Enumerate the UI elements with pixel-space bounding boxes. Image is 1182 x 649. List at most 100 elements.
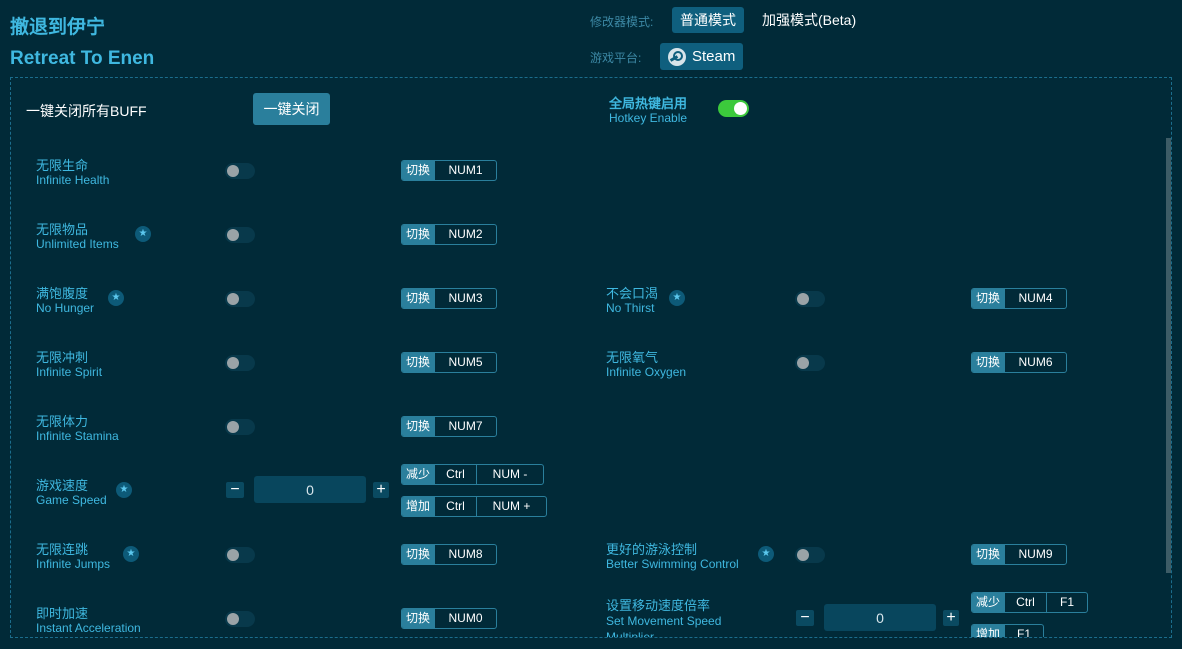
key: NUM4 [1004,289,1066,308]
platform-label: 游戏平台: [590,51,642,65]
key-action: 切换 [402,609,435,628]
feature-name-en: Infinite Spirit [36,365,103,379]
hotkey-better-swimming-control[interactable]: 切换 NUM9 [971,544,1067,565]
key-action: 切换 [402,353,435,372]
feature-name-cn: 无限体力 [36,414,89,429]
key: F1 [1046,593,1087,612]
key: NUM8 [434,545,496,564]
star-icon: ★ [669,290,685,306]
toggle-infinite-stamina[interactable] [225,419,255,435]
hotkey-infinite-stamina[interactable]: 切换 NUM7 [401,416,497,437]
feature-name-cn: 无限冲刺 [36,350,89,365]
feature-name-cn: 更好的游泳控制 [606,542,698,557]
steam-button[interactable]: Steam [660,43,744,70]
feature-name-en: Infinite Stamina [36,429,119,443]
key: Ctrl [434,497,476,516]
game-speed-increase-button[interactable]: + [373,482,389,498]
star-icon: ★ [116,482,132,498]
toggle-unlimited-items[interactable] [225,227,255,243]
key: NUM + [476,497,546,516]
key: NUM1 [434,161,496,180]
feature-name-en: No Hunger [36,301,95,315]
feature-name-cn: 无限连跳 [36,542,89,557]
toggle-infinite-oxygen[interactable] [795,355,825,371]
hotkey-movement-speed-decrease[interactable]: 减少 Ctrl F1 [971,592,1088,613]
title-en: Retreat To Enen [10,48,155,69]
feature-name-cn: 无限生命 [36,158,89,173]
hotkey-label-en: Hotkey Enable [609,111,688,125]
feature-name-cn: 满饱腹度 [36,286,89,301]
game-speed-input[interactable] [254,476,366,503]
hotkey-unlimited-items[interactable]: 切换 NUM2 [401,224,497,245]
feature-name-en: Game Speed [36,493,107,507]
mode-beta-button[interactable]: 加强模式(Beta) [754,7,864,33]
feature-name-en: Better Swimming Control [606,557,739,571]
key-action: 切换 [402,417,435,436]
buff-off-label: 一键关闭所有BUFF [26,103,147,119]
key-action: 增加 [402,497,435,516]
feature-name-cn: 游戏速度 [36,478,89,493]
hotkey-toggle[interactable] [718,100,749,117]
key: NUM3 [434,289,496,308]
key: F1 [1004,625,1043,637]
key: NUM6 [1004,353,1066,372]
star-icon: ★ [758,546,774,562]
feature-name-cn: 即时加速 [36,606,89,621]
hotkey-infinite-oxygen[interactable]: 切换 NUM6 [971,352,1067,373]
toggle-infinite-spirit[interactable] [225,355,255,371]
feature-name-cn: 设置移动速度倍率 [606,598,711,613]
key-action: 切换 [972,545,1005,564]
feature-name-en: No Thirst [606,301,655,315]
toggle-infinite-health[interactable] [225,163,255,179]
key: NUM2 [434,225,496,244]
toggle-no-hunger[interactable] [225,291,255,307]
mode-label: 修改器模式: [590,15,654,29]
hotkey-game-speed-increase[interactable]: 增加 Ctrl NUM + [401,496,547,517]
key: NUM5 [434,353,496,372]
hotkey-no-thirst[interactable]: 切换 NUM4 [971,288,1067,309]
toggle-infinite-jumps[interactable] [225,547,255,563]
key-action: 切换 [972,353,1005,372]
hotkey-label-cn: 全局热键启用 [609,96,688,111]
key: Ctrl [434,465,476,484]
hotkey-game-speed-decrease[interactable]: 减少 Ctrl NUM - [401,464,544,485]
toggle-no-thirst[interactable] [795,291,825,307]
mode-normal-button[interactable]: 普通模式 [672,7,744,33]
features-panel: 一键关闭所有BUFF 一键关闭 全局热键启用 Hotkey Enable 无限生… [10,77,1172,638]
key-action: 减少 [402,465,435,484]
hotkey-infinite-health[interactable]: 切换 NUM1 [401,160,497,181]
feature-name-en: Unlimited Items [36,237,119,251]
toggle-better-swimming-control[interactable] [795,547,825,563]
hotkey-infinite-spirit[interactable]: 切换 NUM5 [401,352,497,373]
feature-name-en: Set Movement Speed Multiplier [606,614,722,638]
movement-speed-decrease-button[interactable]: − [796,610,814,626]
key-action: 切换 [402,545,435,564]
movement-speed-input[interactable] [824,604,936,631]
star-icon: ★ [135,226,151,242]
hotkey-instant-acceleration[interactable]: 切换 NUM0 [401,608,497,629]
steam-label: Steam [692,48,736,65]
feature-name-en: Infinite Jumps [36,557,111,571]
key: NUM9 [1004,545,1066,564]
feature-name-en: Infinite Health [36,173,110,187]
feature-name-en: Infinite Oxygen [606,365,687,379]
hotkey-no-hunger[interactable]: 切换 NUM3 [401,288,497,309]
star-icon: ★ [108,290,124,306]
scrollbar[interactable] [1166,138,1171,573]
hotkey-movement-speed-increase[interactable]: 增加 F1 [971,624,1044,637]
movement-speed-increase-button[interactable]: + [943,610,959,626]
game-speed-decrease-button[interactable]: − [226,482,244,498]
title-cn: 撤退到伊宁 [10,17,106,38]
key: NUM0 [434,609,496,628]
hotkey-infinite-jumps[interactable]: 切换 NUM8 [401,544,497,565]
key-action: 切换 [402,289,435,308]
feature-name-cn: 无限物品 [36,222,89,237]
feature-name-cn: 不会口渴 [606,286,659,301]
toggle-instant-acceleration[interactable] [225,611,255,627]
feature-name-cn: 无限氧气 [606,350,659,365]
key-action: 切换 [972,289,1005,308]
key: NUM7 [434,417,496,436]
star-icon: ★ [123,546,139,562]
steam-icon [668,47,686,66]
buff-off-button[interactable]: 一键关闭 [253,93,330,125]
